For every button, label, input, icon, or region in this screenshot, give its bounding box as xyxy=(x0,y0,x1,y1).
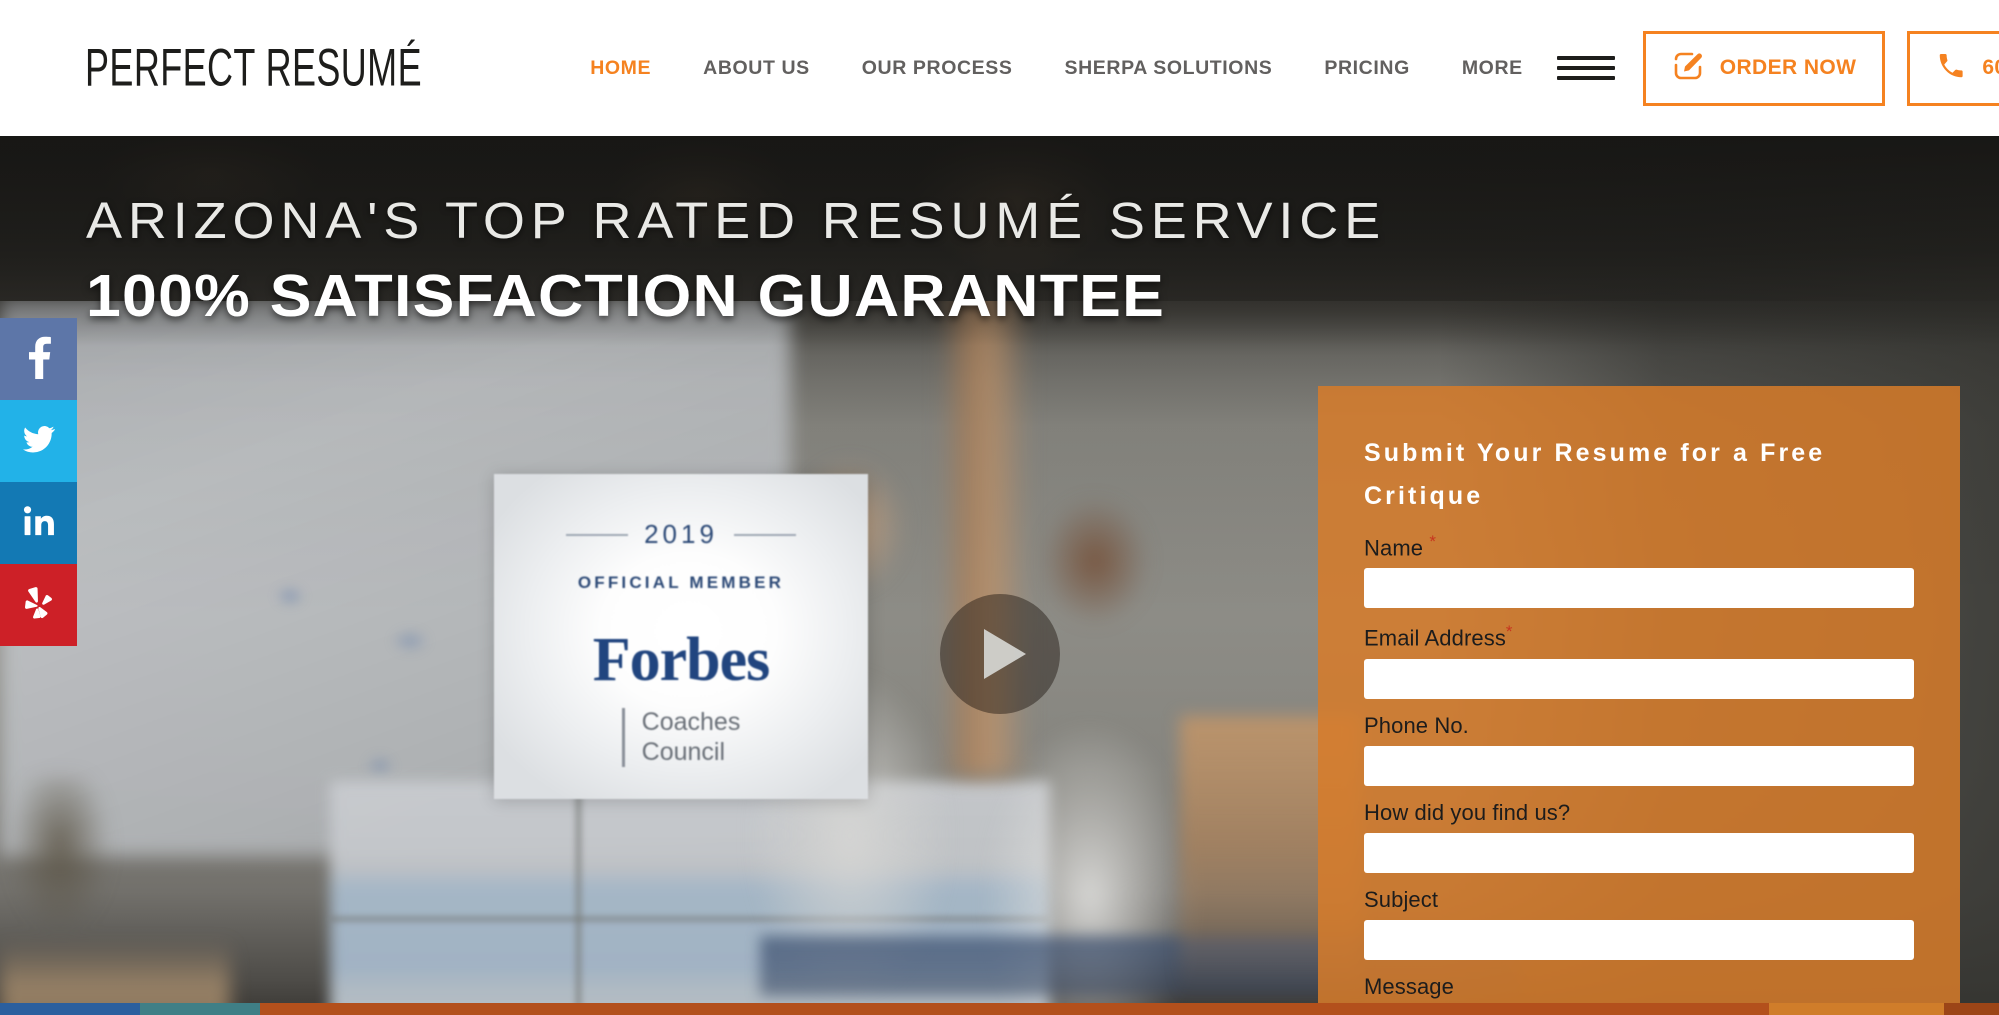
forbes-year-row: 2019 xyxy=(566,519,796,550)
site-logo[interactable]: PERFECT RESUMÉ xyxy=(85,37,422,98)
video-play-button[interactable] xyxy=(940,594,1060,714)
hamburger-icon[interactable] xyxy=(1556,51,1617,85)
form-field-phone: Phone No. xyxy=(1364,713,1914,786)
hamburger-bar xyxy=(1556,76,1615,80)
social-link-twitter[interactable] xyxy=(0,400,77,482)
strip-segment xyxy=(140,1003,260,1015)
form-field-email: Email Address* xyxy=(1364,622,1914,699)
label-how-did-you-find-us: How did you find us? xyxy=(1364,799,1571,825)
nav-item-home[interactable]: HOME xyxy=(564,57,677,80)
forbes-divider-bar xyxy=(621,708,625,767)
social-link-yelp[interactable] xyxy=(0,564,77,646)
forbes-coaches-council-badge: 2019 OFFICIAL MEMBER Forbes Coaches Coun… xyxy=(494,474,868,799)
nav-item-our-process[interactable]: OUR PROCESS xyxy=(836,57,1039,80)
label-email-text: Email Address xyxy=(1364,625,1506,651)
social-share-rail xyxy=(0,318,77,646)
phone-input[interactable] xyxy=(1364,745,1914,786)
forbes-council-line-1: Coaches xyxy=(641,708,741,736)
forbes-council-text: Coaches Council xyxy=(642,708,741,767)
subject-input[interactable] xyxy=(1364,919,1914,960)
forbes-wordmark: Forbes xyxy=(592,626,771,694)
main-navigation: HOME ABOUT US OUR PROCESS SHERPA SOLUTIO… xyxy=(564,51,1625,85)
page-bottom-strip xyxy=(0,1003,1999,1015)
phone-button[interactable]: 602-904-5349 xyxy=(1907,30,1999,106)
strip-segment xyxy=(1944,1003,1999,1015)
forbes-year: 2019 xyxy=(644,519,718,549)
label-subject: Subject xyxy=(1364,886,1439,912)
form-field-referral: How did you find us? xyxy=(1364,800,1914,873)
twitter-bird-icon xyxy=(21,423,57,460)
email-input[interactable] xyxy=(1364,658,1914,699)
social-link-linkedin[interactable] xyxy=(0,482,77,564)
hero-section: ARIZONA'S TOP RATED RESUMÉ SERVICE 100% … xyxy=(0,136,1999,1015)
yelp-icon xyxy=(23,586,55,625)
hero-headline: 100% SATISFACTION GUARANTEE xyxy=(86,263,1166,329)
nav-item-about-us[interactable]: ABOUT US xyxy=(677,57,836,80)
forbes-rule-left xyxy=(566,533,629,536)
forbes-rule-right xyxy=(733,533,796,536)
label-name: Name * xyxy=(1364,532,1914,561)
hero-copy: ARIZONA'S TOP RATED RESUMÉ SERVICE 100% … xyxy=(86,191,1380,330)
name-input[interactable] xyxy=(1364,568,1914,609)
hamburger-bar xyxy=(1556,56,1615,60)
nav-item-more[interactable]: MORE xyxy=(1436,57,1549,80)
form-field-subject: Subject xyxy=(1364,887,1914,960)
referral-input[interactable] xyxy=(1364,832,1914,873)
form-field-name: Name * xyxy=(1364,532,1914,609)
phone-number-label: 602-904-5349 xyxy=(1982,56,1999,79)
free-critique-form-panel: Submit Your Resume for a Free Critique N… xyxy=(1318,386,1960,1015)
label-phone-no: Phone No. xyxy=(1364,712,1469,738)
order-now-button[interactable]: ORDER NOW xyxy=(1642,30,1886,106)
forbes-member-label: OFFICIAL MEMBER xyxy=(577,573,785,592)
label-name-text: Name xyxy=(1364,535,1424,561)
facebook-icon xyxy=(26,335,52,384)
edit-pencil-square-icon xyxy=(1672,50,1704,87)
form-title: Submit Your Resume for a Free Critique xyxy=(1364,439,1826,510)
label-message: Message xyxy=(1364,973,1454,999)
nav-item-pricing[interactable]: PRICING xyxy=(1298,57,1435,80)
required-asterisk: * xyxy=(1429,532,1437,551)
hamburger-bar xyxy=(1556,66,1615,70)
phone-handset-icon xyxy=(1936,51,1966,86)
label-email-address: Email Address* xyxy=(1364,622,1914,651)
linkedin-icon xyxy=(23,505,55,542)
order-now-label: ORDER NOW xyxy=(1719,56,1857,79)
required-asterisk: * xyxy=(1505,622,1513,642)
site-header: PERFECT RESUMÉ HOME ABOUT US OUR PROCESS… xyxy=(0,0,1999,136)
strip-segment xyxy=(260,1003,1769,1015)
strip-segment xyxy=(1769,1003,1944,1015)
strip-segment xyxy=(0,1003,140,1015)
nav-item-sherpa-solutions[interactable]: SHERPA SOLUTIONS xyxy=(1039,57,1299,80)
forbes-council-line-2: Council xyxy=(641,737,726,766)
play-triangle-icon xyxy=(984,629,1026,679)
forbes-council-block: Coaches Council xyxy=(621,708,741,767)
social-link-facebook[interactable] xyxy=(0,318,77,400)
hero-subheadline: ARIZONA'S TOP RATED RESUMÉ SERVICE xyxy=(86,192,1387,249)
